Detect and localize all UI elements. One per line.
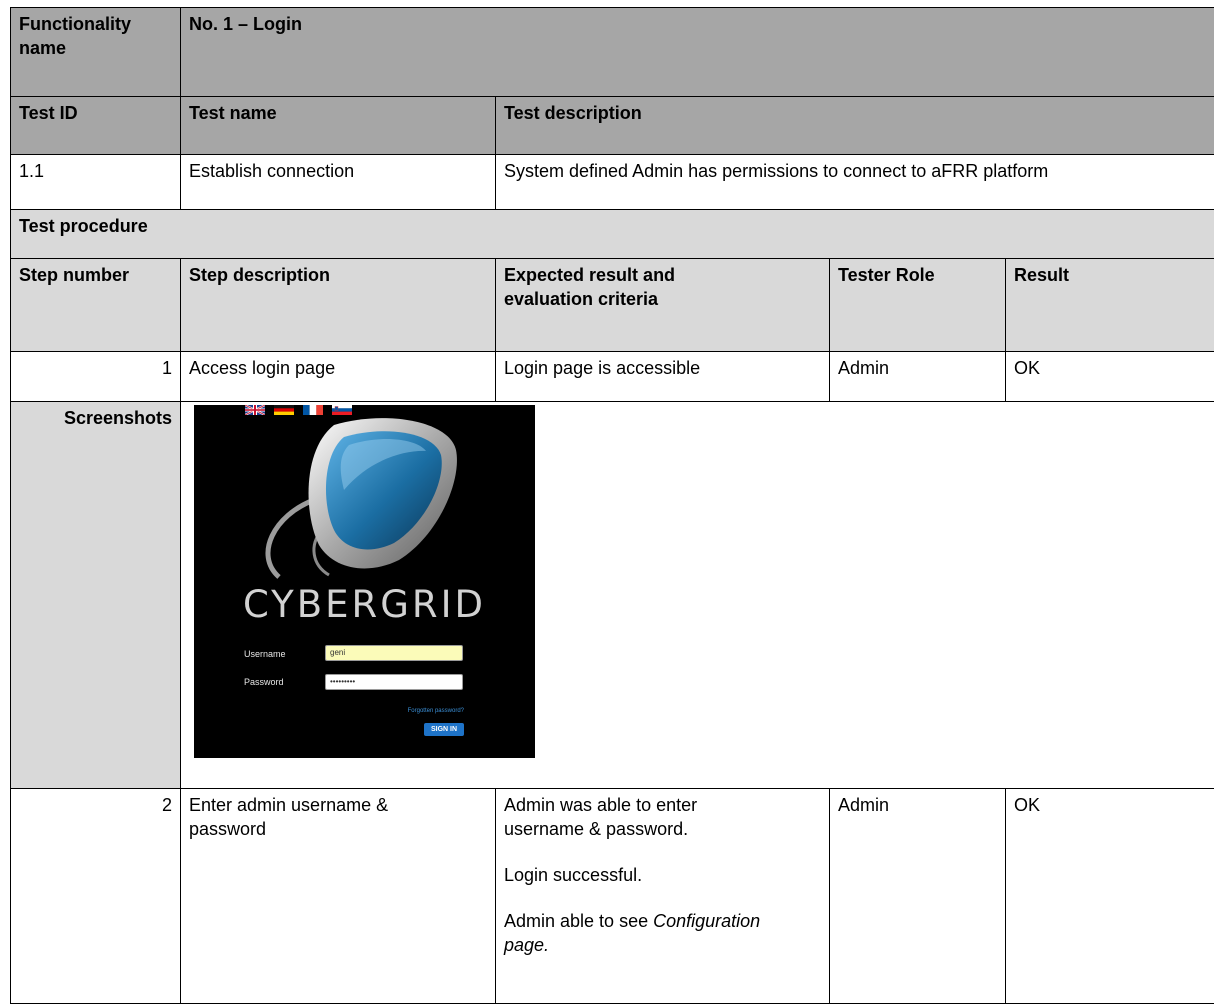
test-name-cell: Establish connection bbox=[180, 154, 496, 210]
cybergrid-logo-icon bbox=[265, 418, 457, 579]
tester-role-header: Tester Role bbox=[829, 258, 1006, 352]
step-number-cell: 2 bbox=[10, 788, 181, 1004]
tester-role-cell: Admin bbox=[829, 351, 1006, 402]
expected-result-cell: Login page is accessible bbox=[495, 351, 830, 402]
test-name-header: Test name bbox=[180, 96, 496, 155]
tester-role-cell: Admin bbox=[829, 788, 1006, 1004]
step-description-cell: Enter admin username & password bbox=[180, 788, 496, 1004]
sign-in-button[interactable]: SIGN IN bbox=[424, 723, 464, 736]
test-description-cell: System defined Admin has permissions to … bbox=[495, 154, 1214, 210]
password-label: Password bbox=[244, 677, 284, 687]
slovenia-flag-icon[interactable] bbox=[332, 405, 352, 415]
step-number-cell: 1 bbox=[10, 351, 181, 402]
step-number-header: Step number bbox=[10, 258, 181, 352]
expected-result-cell: Admin was able to enter username & passwo… bbox=[495, 788, 830, 1004]
uk-flag-icon[interactable] bbox=[245, 405, 265, 415]
step-row: 2 Enter admin username & password Admin … bbox=[10, 788, 1214, 1004]
screenshots-row: Screenshots bbox=[10, 401, 1214, 789]
result-header: Result bbox=[1005, 258, 1214, 352]
expected-result-header: Expected result and evaluation criteria bbox=[495, 258, 830, 352]
test-procedure-label: Test procedure bbox=[10, 209, 1214, 259]
username-label: Username bbox=[244, 649, 286, 659]
test-id-header: Test ID bbox=[10, 96, 181, 155]
steps-header-row: Step number Step description Expected re… bbox=[10, 258, 1214, 352]
result-cell: OK bbox=[1005, 351, 1214, 402]
step-description-cell: Access login page bbox=[180, 351, 496, 402]
functionality-row: Functionality name No. 1 – Login bbox=[10, 7, 1214, 97]
password-input[interactable]: ••••••••• bbox=[325, 674, 463, 690]
test-description-header: Test description bbox=[495, 96, 1214, 155]
test-procedure-row: Test procedure bbox=[10, 209, 1214, 259]
test-header-row: Test ID Test name Test description bbox=[10, 96, 1214, 155]
username-input[interactable]: geni bbox=[325, 645, 463, 661]
functionality-label: Functionality name bbox=[10, 7, 181, 97]
result-cell: OK bbox=[1005, 788, 1214, 1004]
step-description-header: Step description bbox=[180, 258, 496, 352]
forgot-password-link[interactable]: Forgotten password? bbox=[408, 707, 464, 715]
test-id-cell: 1.1 bbox=[10, 154, 181, 210]
screenshots-label: Screenshots bbox=[10, 401, 181, 789]
step-row: 1 Access login page Login page is access… bbox=[10, 351, 1214, 402]
germany-flag-icon[interactable] bbox=[274, 405, 294, 415]
brand-name: CYBERGRID bbox=[242, 583, 487, 626]
test-data-row: 1.1 Establish connection System defined … bbox=[10, 154, 1214, 210]
login-screenshot: CYBERGRID Username geni Password •••••••… bbox=[194, 405, 535, 758]
test-document: Functionality name No. 1 – Login Test ID… bbox=[10, 7, 1214, 1004]
functionality-value: No. 1 – Login bbox=[180, 7, 1214, 97]
france-flag-icon[interactable] bbox=[303, 405, 323, 415]
